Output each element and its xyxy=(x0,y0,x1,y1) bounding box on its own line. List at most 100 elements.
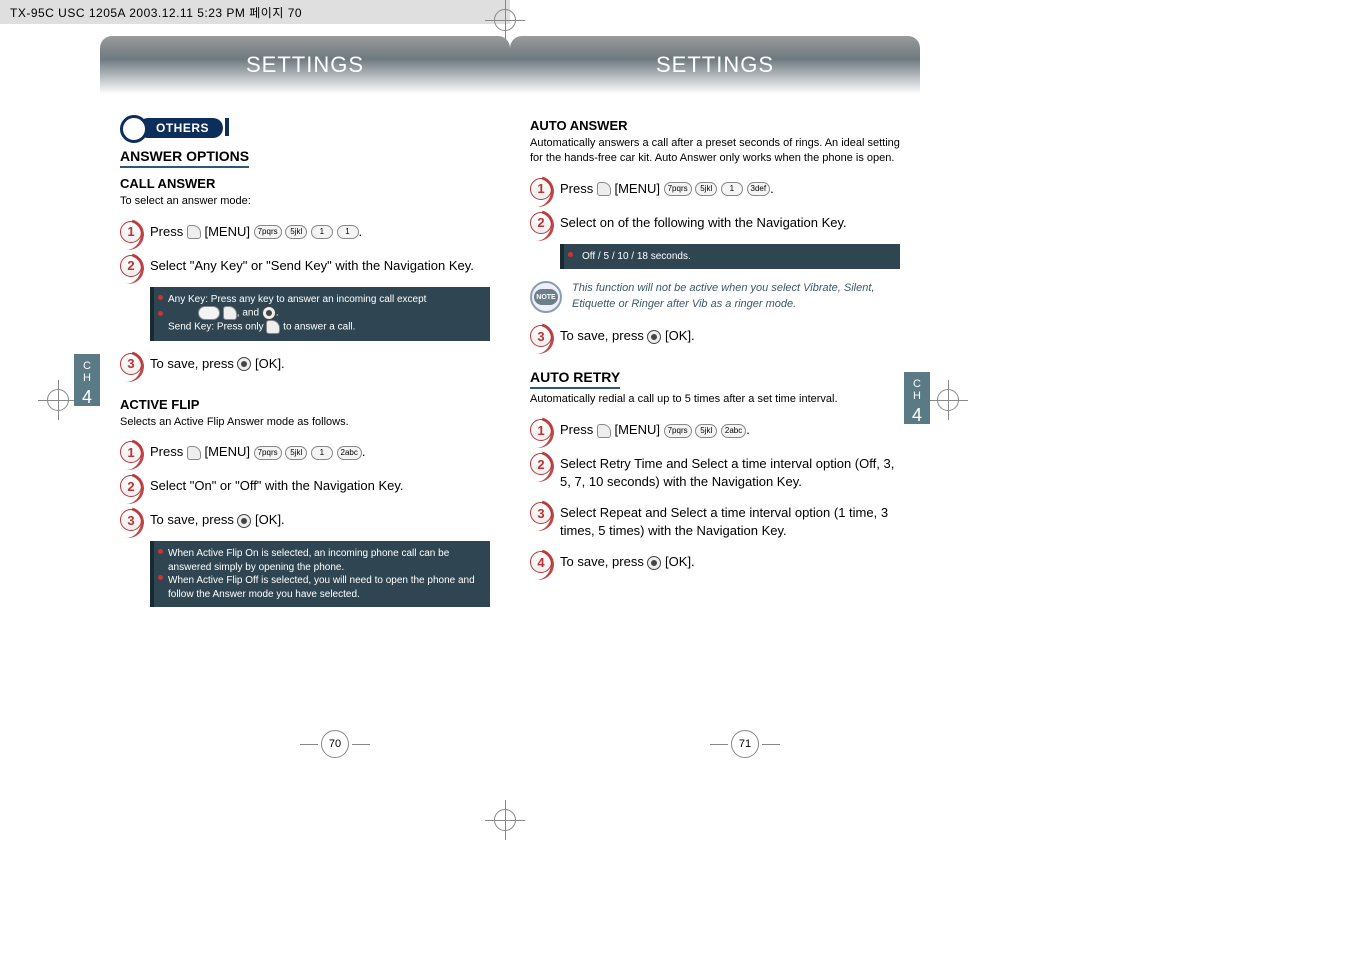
bullet-icon xyxy=(158,549,163,554)
step-row: 2 Select Retry Time and Select a time in… xyxy=(530,453,900,490)
ok-key-icon xyxy=(237,357,251,371)
chapter-h: H xyxy=(74,372,100,384)
crop-mark-icon xyxy=(38,380,78,420)
page-title: SETTINGS xyxy=(246,52,364,78)
key-icon: 7pqrs xyxy=(254,225,282,239)
chapter-tab-left: C H 4 xyxy=(74,354,100,406)
key-icon: 1 xyxy=(337,225,359,239)
bullet-icon xyxy=(158,295,163,300)
crop-mark-icon xyxy=(485,800,525,840)
key-icon: 5jkl xyxy=(285,225,307,239)
step-text: Press [MENU] 7pqrs 5jkl 2abc. xyxy=(560,419,750,439)
step-number-icon: 3 xyxy=(530,502,552,524)
step-row: 3 To save, press [OK]. xyxy=(120,509,490,531)
step-text: To save, press [OK]. xyxy=(150,509,285,529)
note-row: NOTE This function will not be active wh… xyxy=(530,281,900,313)
page-title: SETTINGS xyxy=(656,52,774,78)
crop-mark-icon xyxy=(928,380,968,420)
page-number-badge: 70 xyxy=(321,730,349,758)
page-number: 71 xyxy=(540,730,950,758)
step-number-icon: 3 xyxy=(530,325,552,347)
note-label: NOTE xyxy=(534,289,558,305)
ok-key-icon xyxy=(262,306,276,320)
key-icon: 1 xyxy=(311,446,333,460)
info-line: Off / 5 / 10 / 18 seconds. xyxy=(582,251,691,262)
key-icon xyxy=(198,306,220,320)
step-row: 4 To save, press [OK]. xyxy=(530,551,900,573)
step-number-icon: 3 xyxy=(120,509,142,531)
bullet-icon xyxy=(568,252,573,257)
ok-key-icon xyxy=(647,556,661,570)
page-left: SETTINGS OTHERS ANSWER OPTIONS CALL ANSW… xyxy=(100,28,510,758)
key-icon: 7pqrs xyxy=(664,424,692,438)
step-row: 1 Press [MENU] 7pqrs 5jkl 2abc. xyxy=(530,419,900,441)
step-number-icon: 2 xyxy=(120,475,142,497)
step-number-icon: 2 xyxy=(530,453,552,475)
step-number-icon: 1 xyxy=(530,419,552,441)
step-text: To save, press [OK]. xyxy=(150,353,285,373)
ok-key-icon xyxy=(237,514,251,528)
info-line: , and . xyxy=(168,306,482,320)
active-flip-desc: Selects an Active Flip Answer mode as fo… xyxy=(120,415,490,430)
key-icon: 7pqrs xyxy=(254,446,282,460)
page-number: 70 xyxy=(130,730,540,758)
info-line: When Active Flip On is selected, an inco… xyxy=(168,547,482,574)
info-bar: Any Key: Press any key to answer an inco… xyxy=(150,287,490,341)
subheading-auto-retry: AUTO RETRY xyxy=(530,369,620,389)
softkey-icon xyxy=(597,182,611,196)
info-line: Send Key: Press only to answer a call. xyxy=(168,320,482,334)
step-row: 3 To save, press [OK]. xyxy=(120,353,490,375)
info-line: When Active Flip Off is selected, you wi… xyxy=(168,574,482,601)
file-path-bar: TX-95C USC 1205A 2003.12.11 5:23 PM 페이지 … xyxy=(0,0,510,24)
key-icon: 1 xyxy=(721,182,743,196)
note-text: This function will not be active when yo… xyxy=(572,281,900,312)
step-row: 2 Select on of the following with the Na… xyxy=(530,212,900,234)
step-number-icon: 1 xyxy=(120,221,142,243)
step-text: To save, press [OK]. xyxy=(560,551,695,571)
page-header: SETTINGS xyxy=(510,36,920,94)
key-icon: 2abc xyxy=(337,446,362,460)
info-bar: Off / 5 / 10 / 18 seconds. xyxy=(560,244,900,270)
step-number-icon: 1 xyxy=(120,441,142,463)
key-icon: 5jkl xyxy=(695,424,717,438)
bullet-icon xyxy=(158,311,163,316)
step-text: Select "On" or "Off" with the Navigation… xyxy=(150,475,404,495)
step-number-icon: 1 xyxy=(530,178,552,200)
step-text: Select on of the following with the Navi… xyxy=(560,212,847,232)
step-number-icon: 4 xyxy=(530,551,552,573)
page-content: AUTO ANSWER Automatically answers a call… xyxy=(530,118,900,573)
step-row: 1 Press [MENU] 7pqrs 5jkl 1 1. xyxy=(120,221,490,243)
step-text: Select "Any Key" or "Send Key" with the … xyxy=(150,255,474,275)
softkey-icon xyxy=(187,446,201,460)
bullet-icon xyxy=(158,575,163,580)
key-icon: 7pqrs xyxy=(664,182,692,196)
step-number-icon: 2 xyxy=(120,255,142,277)
subheading-call-answer: CALL ANSWER xyxy=(120,176,490,191)
page-content: OTHERS ANSWER OPTIONS CALL ANSWER To sel… xyxy=(120,118,490,607)
others-pill: OTHERS xyxy=(138,118,223,138)
step-row: 2 Select "Any Key" or "Send Key" with th… xyxy=(120,255,490,277)
softkey-icon xyxy=(266,320,280,334)
step-row: 1 Press [MENU] 7pqrs 5jkl 1 3def. xyxy=(530,178,900,200)
subheading-active-flip: ACTIVE FLIP xyxy=(120,397,490,412)
key-icon: 5jkl xyxy=(285,446,307,460)
step-row: 3 To save, press [OK]. xyxy=(530,325,900,347)
step-text: Press [MENU] 7pqrs 5jkl 1 2abc. xyxy=(150,441,365,461)
auto-retry-desc: Automatically redial a call up to 5 time… xyxy=(530,392,900,407)
auto-answer-desc: Automatically answers a call after a pre… xyxy=(530,136,900,166)
key-icon: 1 xyxy=(311,225,333,239)
step-number-icon: 3 xyxy=(120,353,142,375)
page-right: SETTINGS AUTO ANSWER Automatically answe… xyxy=(510,28,920,758)
step-text: To save, press [OK]. xyxy=(560,325,695,345)
section-answer-options: ANSWER OPTIONS xyxy=(120,148,249,168)
call-answer-desc: To select an answer mode: xyxy=(120,194,490,209)
page-number-badge: 71 xyxy=(731,730,759,758)
softkey-icon xyxy=(223,306,237,320)
step-text: Press [MENU] 7pqrs 5jkl 1 1. xyxy=(150,221,362,241)
subheading-auto-answer: AUTO ANSWER xyxy=(530,118,900,133)
step-row: 2 Select "On" or "Off" with the Navigati… xyxy=(120,475,490,497)
ok-key-icon xyxy=(647,330,661,344)
step-text: Select Repeat and Select a time interval… xyxy=(560,502,900,539)
key-icon: 3def xyxy=(747,182,771,196)
page-header: SETTINGS xyxy=(100,36,510,94)
